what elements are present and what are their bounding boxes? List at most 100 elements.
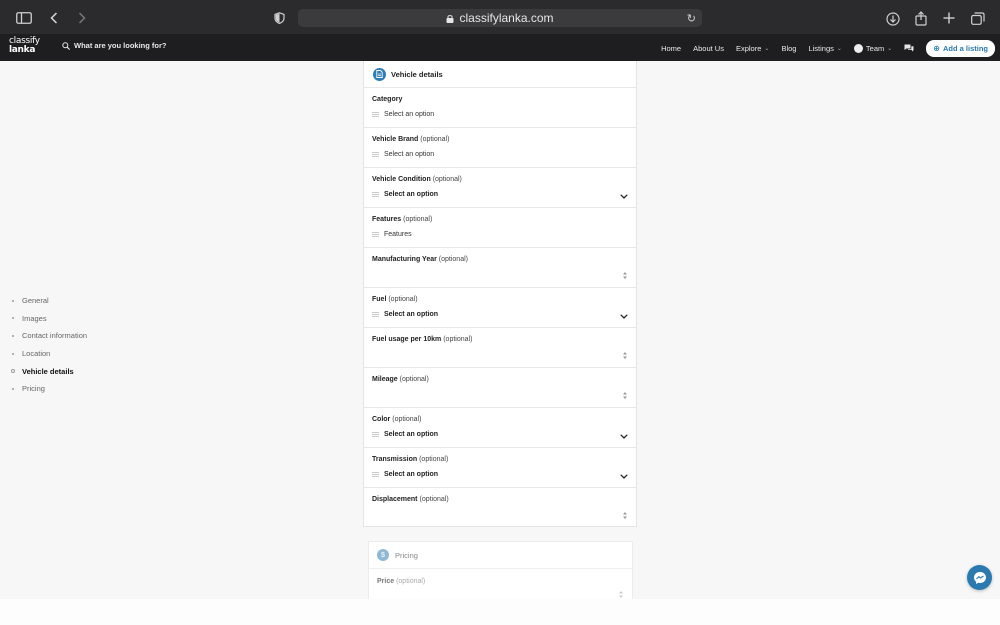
number-spinner-icon[interactable] — [623, 272, 627, 279]
chat-icon[interactable] — [904, 44, 914, 52]
section-link-vehicle-details[interactable]: Vehicle details — [11, 362, 87, 380]
section-link-contact[interactable]: Contact information — [12, 327, 87, 345]
vehicle-details-card: Vehicle details Category Select an optio… — [363, 61, 637, 527]
select-value: Select an option — [384, 311, 439, 318]
chevron-down-icon[interactable] — [620, 194, 628, 199]
search-icon — [62, 41, 70, 50]
site-header: classify lanka What are you looking for?… — [0, 34, 1000, 61]
list-icon — [372, 152, 379, 157]
add-listing-button[interactable]: ⊕ Add a listing — [926, 39, 995, 57]
nav-blog[interactable]: Blog — [781, 44, 796, 53]
optional-tag: (optional) — [419, 496, 449, 503]
site-logo[interactable]: classify lanka — [9, 37, 53, 55]
transmission-select[interactable]: Select an option — [372, 471, 438, 478]
chevron-down-icon: ⌄ — [887, 45, 893, 52]
sidebar-toggle-icon[interactable] — [16, 12, 32, 24]
fuel-usage-field[interactable]: Fuel usage per 10km (optional) — [364, 328, 636, 368]
number-spinner-icon[interactable] — [623, 512, 627, 519]
label-text: Vehicle Brand — [372, 136, 419, 143]
bullet-icon — [12, 387, 14, 390]
section-link-general[interactable]: General — [12, 292, 87, 310]
nav-listings-label: Listings — [808, 43, 834, 53]
chevron-down-icon[interactable] — [620, 474, 628, 479]
downloads-icon[interactable] — [886, 12, 900, 26]
category-select[interactable]: Select an option — [372, 111, 434, 118]
reload-icon[interactable]: ↻ — [687, 12, 696, 25]
new-tab-icon[interactable] — [943, 12, 955, 24]
label-text: Transmission — [372, 456, 418, 463]
optional-tag: (optional) — [399, 376, 429, 383]
label-text: Features — [372, 216, 402, 223]
section-link-images[interactable]: Images — [12, 310, 87, 328]
section-link-label: Images — [22, 313, 47, 323]
optional-tag: (optional) — [403, 216, 433, 223]
nav-team[interactable]: Team ⌄ — [853, 43, 893, 53]
select-value: Select an option — [384, 111, 435, 118]
label-text: Mileage — [372, 376, 398, 383]
number-spinner-icon[interactable] — [623, 392, 627, 399]
optional-tag: (optional) — [388, 296, 418, 303]
features-field: Features (optional) Features — [364, 208, 636, 248]
chevron-down-icon: ⌄ — [836, 45, 842, 52]
nav-team-label: Team — [865, 43, 885, 53]
number-spinner-icon[interactable] — [623, 352, 627, 359]
chevron-down-icon: ⌄ — [764, 45, 770, 52]
chevron-down-icon[interactable] — [620, 314, 628, 319]
label-text: Color — [372, 416, 391, 423]
mileage-field[interactable]: Mileage (optional) — [364, 368, 636, 408]
chevron-down-icon[interactable] — [620, 434, 628, 439]
optional-tag: (optional) — [396, 578, 426, 585]
lock-icon — [446, 14, 454, 23]
features-select[interactable]: Features — [372, 231, 412, 238]
pricing-card: $ Pricing Price (optional) — [368, 541, 633, 601]
header-search[interactable]: What are you looking for? — [62, 41, 167, 50]
nav-about[interactable]: About Us — [693, 44, 724, 53]
plus-circle-icon: ⊕ — [933, 43, 940, 53]
fuel-select[interactable]: Select an option — [372, 311, 438, 318]
vehicle-condition-select[interactable]: Select an option — [372, 191, 438, 198]
form-section-nav: General Images Contact information Locat… — [11, 292, 87, 398]
list-icon — [372, 192, 379, 197]
select-value: Select an option — [384, 471, 439, 478]
optional-tag: (optional) — [443, 336, 473, 343]
bullet-icon — [12, 317, 14, 320]
label-text: Manufacturing Year — [372, 256, 437, 263]
nav-home[interactable]: Home — [661, 44, 681, 53]
logo-text-bottom: lanka — [9, 45, 36, 55]
select-value: Features — [384, 231, 412, 238]
nav-explore[interactable]: Explore ⌄ — [736, 44, 769, 53]
optional-tag: (optional) — [432, 176, 462, 183]
field-label: Category — [372, 96, 402, 103]
messenger-icon — [973, 571, 986, 584]
optional-tag: (optional) — [419, 456, 449, 463]
bullet-icon — [11, 369, 15, 374]
back-arrow-icon[interactable] — [50, 12, 58, 24]
page-bottom-edge — [0, 599, 1000, 625]
section-link-location[interactable]: Location — [12, 345, 87, 363]
color-select[interactable]: Select an option — [372, 431, 438, 438]
section-link-label: General — [22, 296, 49, 306]
vehicle-brand-select[interactable]: Select an option — [372, 151, 434, 158]
card-header: Vehicle details — [364, 61, 636, 88]
pricing-header: $ Pricing — [369, 542, 632, 569]
list-icon — [372, 232, 379, 237]
bullet-icon — [12, 299, 14, 302]
manufacturing-year-field[interactable]: Manufacturing Year (optional) — [364, 248, 636, 288]
privacy-shield-icon[interactable] — [274, 12, 285, 24]
tab-overview-icon[interactable] — [971, 12, 985, 25]
share-icon[interactable] — [915, 11, 927, 26]
forward-arrow-icon[interactable] — [78, 12, 86, 24]
messenger-chat-button[interactable] — [967, 565, 992, 590]
section-link-pricing[interactable]: Pricing — [12, 380, 87, 398]
nav-listings[interactable]: Listings ⌄ — [808, 44, 841, 53]
field-label: Displacement (optional) — [372, 496, 449, 503]
list-icon — [372, 432, 379, 437]
transmission-field: Transmission (optional) Select an option — [364, 448, 636, 488]
address-bar[interactable]: classifylanka.com ↻ — [298, 9, 702, 27]
color-field: Color (optional) Select an option — [364, 408, 636, 448]
displacement-field[interactable]: Displacement (optional) — [364, 488, 636, 528]
number-spinner-icon[interactable] — [619, 591, 623, 598]
list-icon — [372, 472, 379, 477]
optional-tag: (optional) — [392, 416, 422, 423]
label-text: Price — [377, 578, 395, 585]
